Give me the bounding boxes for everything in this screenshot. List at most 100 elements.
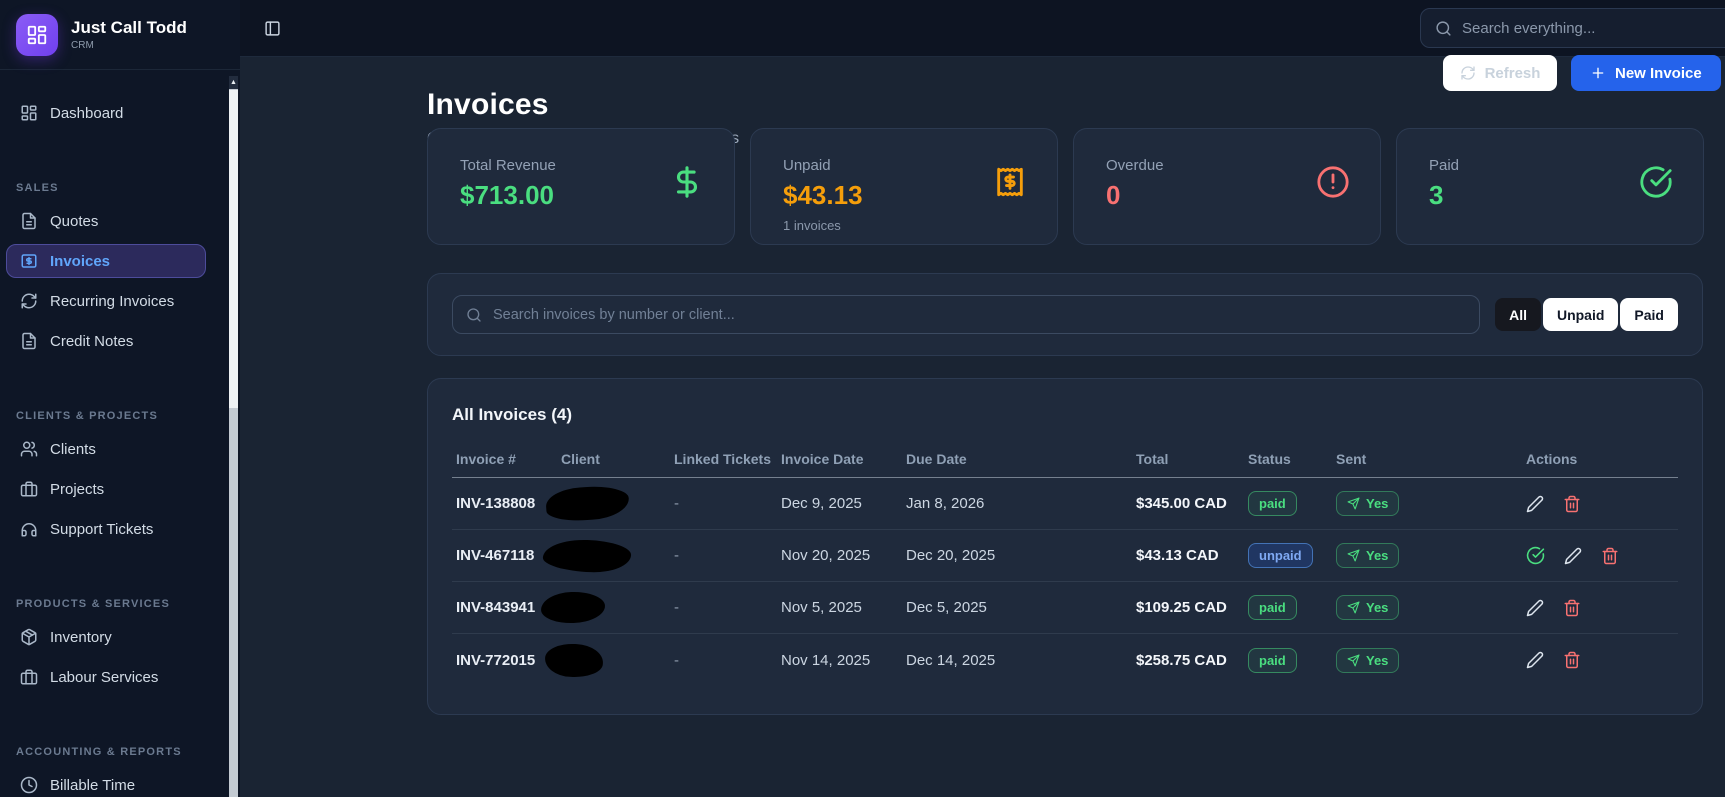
table-title: All Invoices (4)	[452, 405, 572, 424]
sidebar-section: PRODUCTS & SERVICES Inventory Labour Servi…	[0, 598, 240, 694]
check-circle-icon	[1639, 165, 1673, 199]
redacted-client-name	[544, 484, 631, 523]
linked-tickets: -	[674, 495, 679, 512]
page-title: Invoices	[427, 88, 549, 121]
table-header-row: Invoice # Client Linked Tickets Invoice Dat…	[452, 441, 1678, 478]
status-cell: paid	[1244, 491, 1332, 516]
sidebar-item-quotes[interactable]: Quotes	[6, 204, 206, 238]
sidebar-item-inventory[interactable]: Inventory	[6, 620, 206, 654]
column-header-invoice: Invoice #	[456, 451, 516, 467]
filter-button-all[interactable]: All	[1495, 298, 1541, 331]
due-date: Dec 5, 2025	[906, 599, 987, 616]
panel-left-icon	[264, 20, 281, 37]
sidebar-item-label: Credit Notes	[50, 332, 134, 350]
app-title: Just Call Todd	[71, 18, 187, 38]
refresh-icon	[1460, 65, 1476, 81]
edit-invoice-button[interactable]	[1526, 651, 1544, 669]
client-cell	[542, 537, 670, 574]
column-header-status: Status	[1248, 451, 1291, 467]
trash-icon	[1563, 599, 1581, 617]
status-badge: paid	[1248, 491, 1297, 516]
sidebar-item-invoices[interactable]: Invoices	[6, 244, 206, 278]
delete-invoice-button[interactable]	[1601, 547, 1619, 565]
sidebar-toggle-button[interactable]	[264, 20, 281, 40]
edit-invoice-button[interactable]	[1564, 547, 1582, 565]
sidebar-scrollbar-up-arrow[interactable]: ▲	[229, 76, 238, 89]
linked-tickets: -	[674, 547, 679, 564]
status-filter-group: All Unpaid Paid	[1495, 298, 1678, 331]
sidebar-item-billable-time[interactable]: Billable Time	[6, 768, 206, 797]
filter-button-paid[interactable]: Paid	[1620, 298, 1678, 331]
sidebar-section-label: ACCOUNTING & REPORTS	[16, 746, 182, 758]
table-row: INV-772015 - Nov 14, 2025 Dec 14, 2025 $258.…	[452, 634, 1678, 686]
stat-card-overdue: Overdue 0	[1073, 128, 1381, 245]
sent-badge: Yes	[1336, 595, 1400, 620]
sidebar-section-label: PRODUCTS & SERVICES	[16, 598, 171, 610]
edit-invoice-button[interactable]	[1526, 599, 1544, 617]
global-search-input[interactable]	[1462, 19, 1692, 37]
invoice-number: INV-772015	[456, 651, 536, 669]
invoice-dollar-icon	[20, 252, 38, 270]
sidebar-item-label: Dashboard	[50, 104, 124, 122]
users-icon	[20, 440, 38, 458]
actions-cell	[1522, 599, 1693, 617]
sidebar-item-clients[interactable]: Clients	[6, 432, 206, 466]
sidebar-item-support-tickets[interactable]: Support Tickets	[6, 512, 206, 546]
search-icon	[466, 307, 482, 323]
actions-cell	[1522, 495, 1693, 513]
trash-icon	[1601, 547, 1619, 565]
sidebar-item-dashboard[interactable]: Dashboard	[6, 96, 206, 130]
app-subtitle: CRM	[71, 39, 94, 51]
invoice-number: INV-467118	[456, 547, 535, 564]
sent-cell: Yes	[1332, 647, 1522, 673]
sidebar-item-label: Labour Services	[50, 668, 159, 686]
client-cell	[540, 590, 670, 625]
sidebar-item-labour-services[interactable]: Labour Services	[6, 660, 206, 694]
alert-circle-icon	[1316, 165, 1350, 199]
client-cell	[544, 484, 670, 523]
sidebar-item-label: Billable Time	[50, 776, 136, 794]
table-body: INV-138808 - Dec 9, 2025 Jan 8, 2026 $345.00…	[452, 478, 1678, 686]
sidebar-item-label: Quotes	[50, 212, 99, 230]
edit-invoice-button[interactable]	[1526, 495, 1544, 513]
redacted-client-name	[542, 537, 632, 574]
due-date: Dec 20, 2025	[906, 547, 996, 564]
delete-invoice-button[interactable]	[1563, 599, 1581, 617]
actions-cell	[1522, 651, 1693, 669]
new-invoice-button[interactable]: New Invoice	[1571, 55, 1721, 91]
invoice-search-input[interactable]	[493, 306, 1467, 323]
send-icon	[1347, 654, 1360, 667]
stats-row: Total Revenue $713.00 Unpaid $43.13 1 invoic…	[427, 128, 1704, 245]
pencil-icon	[1526, 495, 1544, 513]
stat-subtext: 1 invoices	[783, 218, 841, 233]
status-badge: paid	[1248, 647, 1297, 673]
invoice-filter-bar: AllUnpaidPaid	[427, 273, 1703, 356]
refresh-button[interactable]: Refresh	[1443, 55, 1557, 91]
status-badge: paid	[1248, 595, 1297, 620]
sent-label: Yes	[1366, 548, 1389, 563]
sidebar-item-label: Support Tickets	[50, 520, 154, 538]
sidebar-section: SALES Quotes Invoices Recurring Invoices Cre…	[0, 182, 240, 358]
table-row: INV-138808 - Dec 9, 2025 Jan 8, 2026 $345.00…	[452, 478, 1678, 530]
mark-paid-button[interactable]	[1526, 546, 1545, 565]
sent-label: Yes	[1366, 652, 1389, 668]
grid-icon	[20, 104, 38, 122]
column-header-sent: Sent	[1336, 451, 1367, 467]
package-icon	[20, 628, 38, 646]
sidebar-item-projects[interactable]: Projects	[6, 472, 206, 506]
sidebar-section: CLIENTS & PROJECTS Clients Projects Support…	[0, 410, 240, 546]
due-date: Dec 14, 2025	[906, 651, 996, 669]
delete-invoice-button[interactable]	[1563, 495, 1581, 513]
headphones-icon	[20, 520, 38, 538]
sidebar-item-credit-notes[interactable]: Credit Notes	[6, 324, 206, 358]
briefcase-icon	[20, 668, 38, 686]
sidebar-scrollbar-thumb[interactable]	[229, 90, 238, 408]
sidebar-item-recurring-invoices[interactable]: Recurring Invoices	[6, 284, 206, 318]
refresh-button-label: Refresh	[1484, 64, 1541, 82]
invoice-total: $43.13 CAD	[1136, 547, 1219, 564]
sent-cell: Yes	[1332, 491, 1522, 516]
topbar	[240, 0, 1725, 57]
status-cell: unpaid	[1244, 543, 1332, 568]
delete-invoice-button[interactable]	[1563, 651, 1581, 669]
filter-button-unpaid[interactable]: Unpaid	[1542, 298, 1619, 331]
